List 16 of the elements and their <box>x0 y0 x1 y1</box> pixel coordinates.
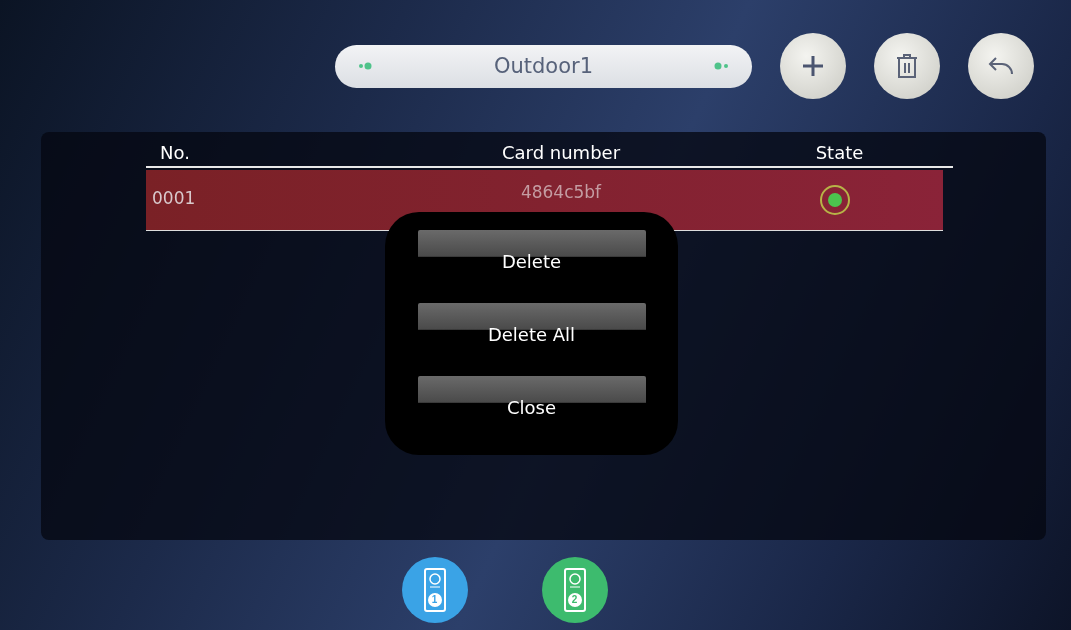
camera-icon <box>428 573 441 589</box>
dots-icon <box>357 62 373 70</box>
plus-icon <box>801 54 825 78</box>
state-radio[interactable] <box>819 185 850 215</box>
table-cell-text: 0001 <box>151 188 196 208</box>
trash-icon <box>896 53 918 79</box>
column-header: Card number <box>501 141 621 163</box>
column-header: No. <box>159 141 190 163</box>
table-cell: 4864c5bf <box>520 182 602 202</box>
title: Outdoor1 <box>493 54 594 78</box>
dots-icon <box>714 62 730 70</box>
device-number: 2 <box>567 593 582 607</box>
camera-icon <box>568 573 581 589</box>
device-number: 1 <box>427 593 442 607</box>
column-header: State <box>815 141 864 163</box>
back-arrow-icon <box>988 56 1014 76</box>
